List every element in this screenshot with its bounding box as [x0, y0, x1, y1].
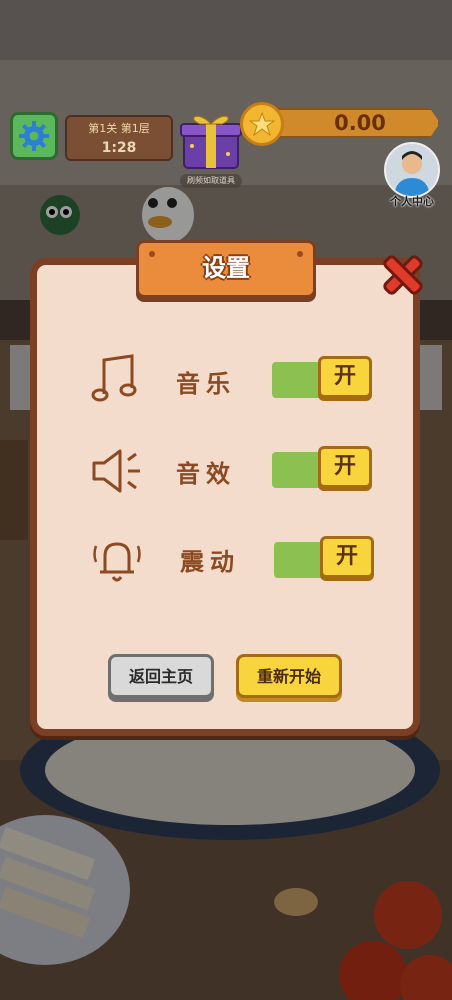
home-button[interactable]: 返回主页	[108, 654, 214, 698]
toggle-sound-knob[interactable]: 开	[318, 446, 372, 488]
level-info-panel: 第1关 第1层 1:28	[65, 115, 173, 161]
gift-box-button[interactable]	[178, 110, 244, 172]
gear-icon	[19, 121, 49, 151]
row-label-sound: 音效	[176, 460, 236, 488]
avatar[interactable]	[384, 142, 440, 198]
speaker-icon	[92, 449, 140, 493]
level-text: 第1关 第1层	[88, 122, 150, 135]
star-icon	[249, 111, 275, 137]
settings-dialog	[30, 258, 420, 736]
user-avatar-icon	[386, 144, 438, 196]
toggle-vibration-knob[interactable]: 开	[320, 536, 374, 578]
music-note-icon	[91, 354, 137, 402]
gift-caption: 刷频如取道具	[180, 174, 242, 188]
settings-button[interactable]	[10, 112, 58, 160]
close-icon	[383, 255, 423, 295]
close-button[interactable]	[378, 250, 428, 300]
coin-icon	[240, 102, 284, 146]
toggle-music-knob[interactable]: 开	[318, 356, 372, 398]
coin-balance: 0.00	[334, 111, 386, 135]
row-label-vibration: 震动	[180, 548, 240, 576]
restart-button[interactable]: 重新开始	[236, 654, 342, 698]
row-label-music: 音乐	[176, 370, 236, 398]
dialog-title: 设置	[202, 254, 250, 282]
gift-box-icon	[180, 115, 242, 169]
profile-label[interactable]: 个人中心	[380, 193, 444, 209]
bell-icon	[93, 542, 141, 582]
timer-text: 1:28	[101, 140, 137, 156]
